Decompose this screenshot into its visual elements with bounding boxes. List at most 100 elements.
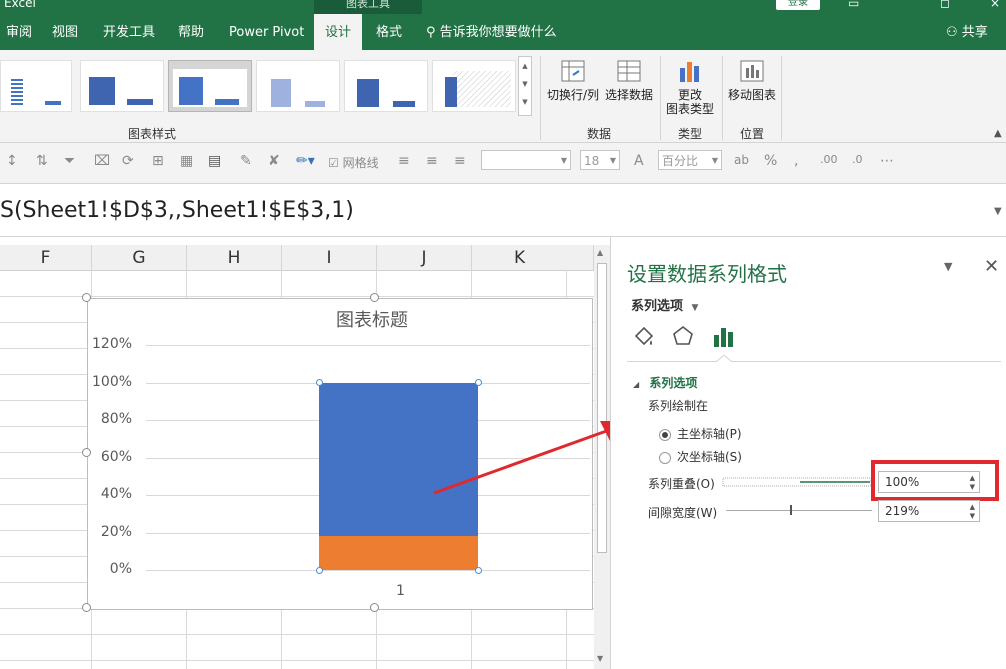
tab-help[interactable]: 帮助: [172, 14, 210, 50]
tab-developer[interactable]: 开发工具: [97, 14, 161, 50]
change-chart-type-label-2: 图表类型: [665, 102, 714, 116]
gallery-scroll[interactable]: ▲ ▼ ▼: [518, 56, 532, 116]
chart-style-preview: [271, 79, 325, 107]
freeze-icon[interactable]: ▤: [208, 153, 221, 169]
series-overlap-slider[interactable]: [722, 476, 872, 488]
pin-icon[interactable]: ✎: [240, 153, 252, 169]
group-label-chart-styles: 图表样式: [128, 127, 177, 141]
align-left-icon[interactable]: ≡: [398, 153, 410, 169]
fill-line-icon[interactable]: [632, 324, 656, 348]
gallery-up-icon[interactable]: ▲: [519, 57, 531, 75]
formula-text[interactable]: S(Sheet1!$D$3,,Sheet1!$E$3,1): [0, 198, 354, 223]
column-header-i[interactable]: I: [282, 245, 377, 270]
chart-style-5[interactable]: [344, 60, 428, 112]
chart-resize-handle[interactable]: [370, 603, 379, 612]
close-window-icon[interactable]: ×: [990, 0, 1000, 10]
chart-style-4[interactable]: [256, 60, 340, 112]
currency-icon[interactable]: ab: [734, 153, 749, 167]
gap-width-value: 219%: [885, 504, 920, 518]
increase-decimal-icon[interactable]: .00: [820, 153, 838, 166]
column-header-f[interactable]: F: [0, 245, 92, 270]
clear-filter-icon[interactable]: ⌧: [94, 153, 110, 169]
column-header-j[interactable]: J: [377, 245, 472, 270]
pane-divider: [627, 361, 1001, 362]
collapse-ribbon-icon[interactable]: ▲: [994, 128, 1002, 139]
select-data-button[interactable]: 选择数据: [603, 58, 655, 102]
pane-close-icon[interactable]: ✕: [984, 256, 999, 277]
font-size-value: 18: [584, 154, 600, 168]
chart-style-3[interactable]: [168, 60, 252, 112]
align-right-icon[interactable]: ≡: [454, 153, 466, 169]
chart-gridline: [146, 345, 590, 346]
gap-width-slider-knob[interactable]: [790, 505, 793, 515]
tab-format[interactable]: 格式: [370, 14, 408, 50]
primary-axis-radio[interactable]: 主坐标轴(P): [659, 425, 742, 442]
column-header-g[interactable]: G: [92, 245, 187, 270]
effects-icon[interactable]: [671, 324, 695, 348]
switch-row-column-button[interactable]: 切换行/列: [545, 58, 601, 102]
chart-style-1[interactable]: [0, 60, 72, 112]
gallery-more-icon[interactable]: ▼: [519, 93, 531, 111]
secondary-axis-radio[interactable]: 次坐标轴(S): [659, 448, 742, 465]
more-icon[interactable]: ⋯: [880, 153, 894, 169]
gridlines-checkbox[interactable]: ☑ 网格线: [328, 154, 379, 171]
clear-format-icon[interactable]: ✘: [268, 153, 280, 169]
tab-review[interactable]: 审阅: [0, 14, 38, 50]
restore-window-icon[interactable]: ◻: [940, 0, 950, 10]
chart-resize-handle[interactable]: [82, 603, 91, 612]
column-header-k[interactable]: K: [472, 245, 594, 270]
comma-icon[interactable]: ,: [794, 153, 798, 169]
chart-resize-handle[interactable]: [82, 448, 91, 457]
spin-down-icon[interactable]: ▼: [970, 512, 975, 520]
gap-width-slider[interactable]: [726, 510, 872, 511]
share-button[interactable]: ⚇ 共享: [946, 14, 988, 50]
y-tick-label: 120%: [92, 336, 133, 352]
pen-color-icon[interactable]: ✏▾: [296, 153, 315, 169]
gallery-down-icon[interactable]: ▼: [519, 75, 531, 93]
series-selection-handle[interactable]: [474, 379, 482, 386]
chart-resize-handle[interactable]: [82, 293, 91, 302]
decrease-decimal-icon[interactable]: .0: [852, 153, 863, 166]
scroll-down-icon[interactable]: ▼: [597, 654, 603, 663]
login-button[interactable]: 登录: [776, 0, 820, 10]
chart-style-6[interactable]: [432, 60, 516, 112]
tab-design[interactable]: 设计: [314, 14, 362, 50]
table-icon[interactable]: ▦: [180, 153, 193, 169]
tab-power-pivot[interactable]: Power Pivot: [223, 14, 310, 50]
series-selection-handle[interactable]: [474, 566, 482, 574]
series-selection-handle[interactable]: [315, 566, 323, 574]
font-size-combo[interactable]: 18 ▼: [580, 150, 620, 170]
series-options-icon[interactable]: [712, 325, 736, 349]
gap-width-input[interactable]: 219% ▲ ▼: [878, 500, 980, 522]
bar-series-1[interactable]: [319, 536, 478, 570]
y-tick-label: 20%: [100, 523, 132, 540]
grow-font-icon[interactable]: A: [634, 153, 644, 169]
series-selection-handle[interactable]: [315, 379, 323, 386]
sort-icon[interactable]: ↕: [6, 153, 18, 169]
expand-formula-icon[interactable]: ▼: [994, 206, 1002, 217]
number-format-combo[interactable]: 百分比 ▼: [658, 150, 722, 170]
sort-desc-icon[interactable]: ⇅: [36, 153, 48, 169]
series-options-section[interactable]: ◢ 系列选项: [633, 374, 697, 391]
pane-menu-icon[interactable]: ▼: [944, 260, 952, 273]
ribbon-display-icon[interactable]: ▭: [848, 0, 859, 10]
refresh-icon[interactable]: ⟳: [122, 153, 134, 169]
column-header-h[interactable]: H: [187, 245, 282, 270]
plot-series-on-label: 系列绘制在: [648, 399, 709, 413]
font-name-combo[interactable]: ▼: [481, 150, 571, 170]
filter-icon[interactable]: ⏷: [64, 153, 75, 169]
move-chart-button[interactable]: 移动图表: [726, 58, 778, 102]
percent-icon[interactable]: %: [764, 153, 777, 169]
scroll-up-icon[interactable]: ▲: [597, 248, 603, 257]
change-chart-type-button[interactable]: 更改 图表类型: [664, 58, 716, 116]
align-center-icon[interactable]: ≡: [426, 153, 438, 169]
group-label-location: 位置: [740, 127, 765, 141]
tell-me-box[interactable]: ⚲ 告诉我你想要做什么: [426, 14, 557, 50]
tab-view[interactable]: 视图: [46, 14, 84, 50]
chart-title[interactable]: 图表标题: [336, 306, 408, 332]
group-icon[interactable]: ⊞: [152, 153, 164, 169]
series-options-dropdown[interactable]: 系列选项 ▼: [631, 295, 698, 314]
chart-style-2[interactable]: [80, 60, 164, 112]
spin-up-icon[interactable]: ▲: [970, 503, 975, 511]
chart-resize-handle[interactable]: [370, 293, 379, 302]
